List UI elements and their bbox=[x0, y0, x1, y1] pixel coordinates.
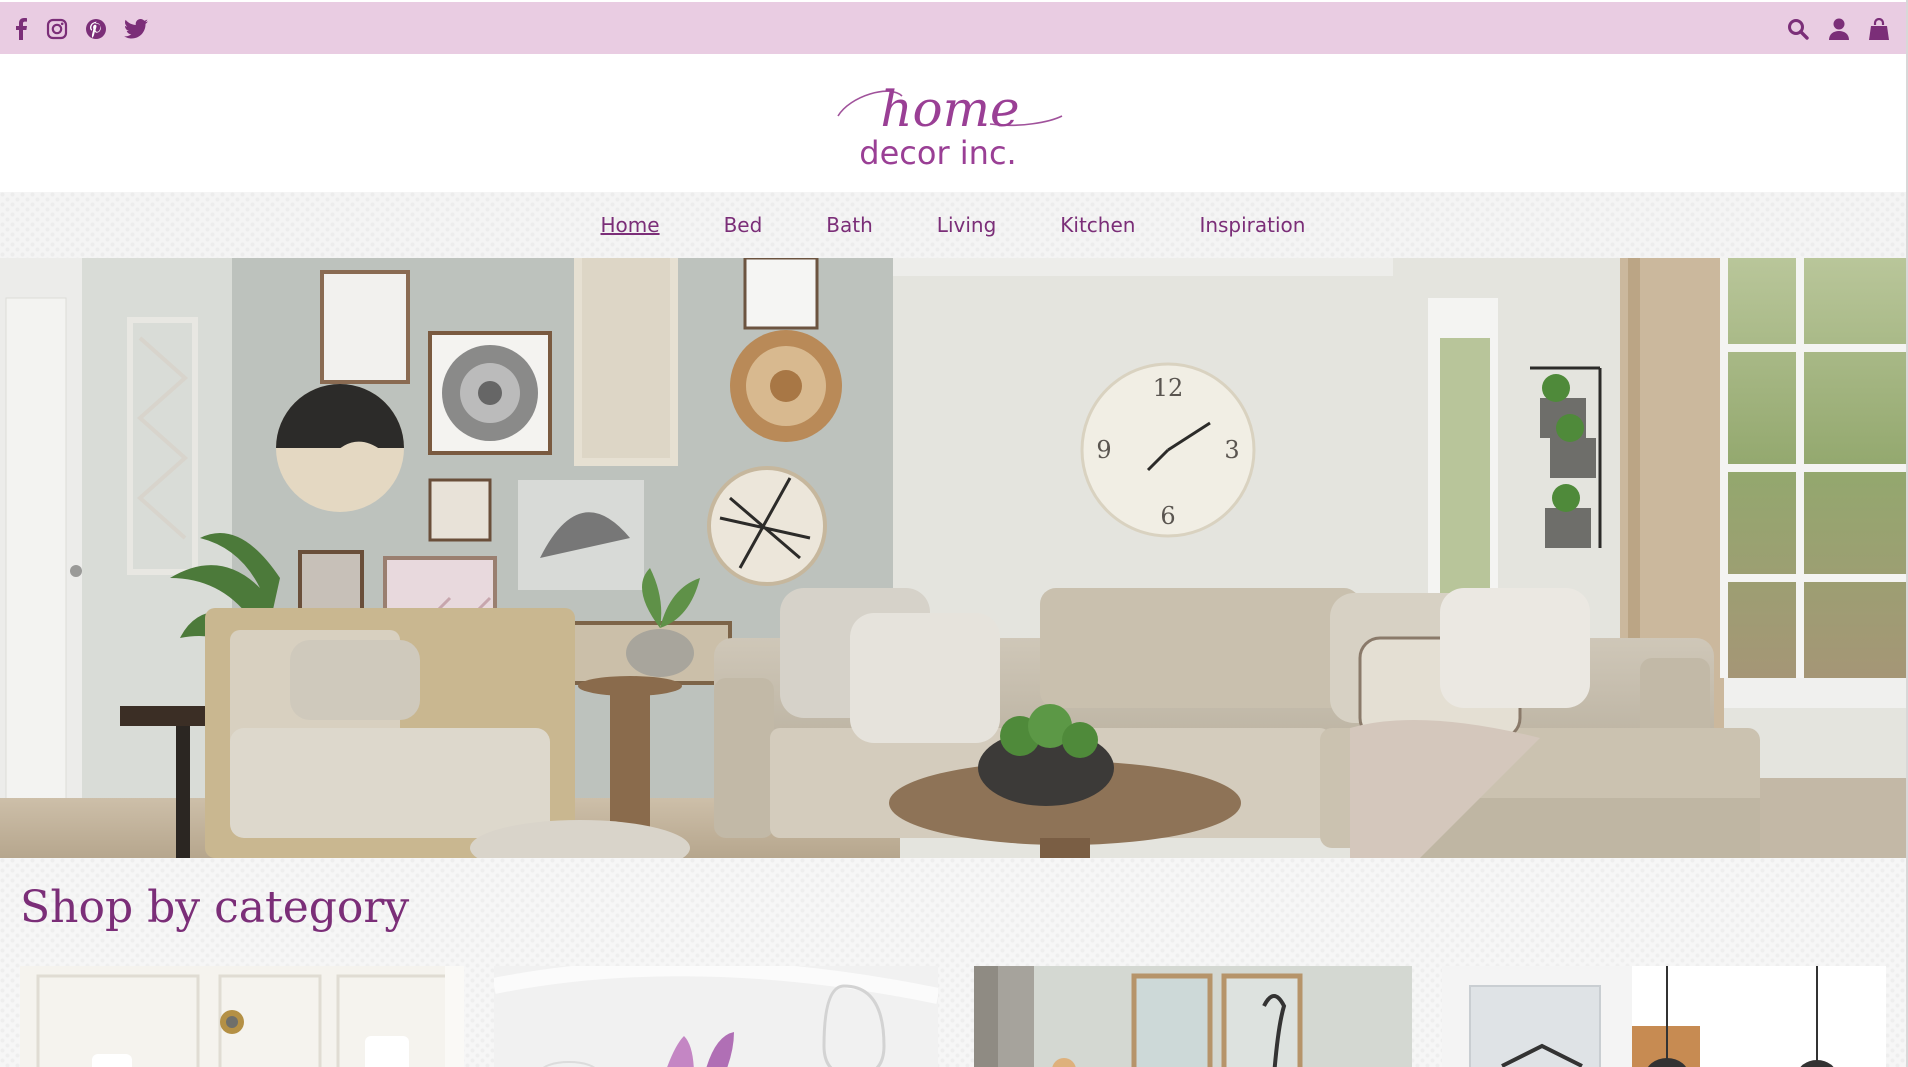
account-icon[interactable] bbox=[1826, 16, 1852, 42]
nav-item-home[interactable]: Home bbox=[601, 213, 660, 237]
svg-text:6: 6 bbox=[1160, 502, 1175, 530]
nav-item-bed[interactable]: Bed bbox=[724, 213, 763, 237]
section-title: Shop by category bbox=[20, 882, 410, 933]
category-card-1[interactable] bbox=[20, 966, 464, 1067]
search-icon[interactable] bbox=[1785, 16, 1811, 42]
logo-word-home: home bbox=[880, 80, 1019, 138]
pinterest-icon[interactable] bbox=[83, 16, 109, 42]
nav-item-bath[interactable]: Bath bbox=[826, 213, 873, 237]
brand-logo[interactable]: home decor inc. bbox=[830, 66, 1070, 178]
facebook-icon[interactable] bbox=[8, 16, 34, 42]
site-header: home decor inc. bbox=[0, 54, 1906, 192]
svg-text:12: 12 bbox=[1153, 374, 1184, 402]
category-card-4[interactable] bbox=[1442, 966, 1886, 1067]
logo-word-decor: decor inc. bbox=[859, 134, 1016, 172]
nav-item-inspiration[interactable]: Inspiration bbox=[1199, 213, 1305, 237]
hero-image: 12 3 6 9 bbox=[0, 258, 1906, 858]
cart-icon[interactable] bbox=[1866, 16, 1892, 42]
shop-by-category-section: Shop by category bbox=[0, 858, 1906, 1067]
twitter-icon[interactable] bbox=[123, 16, 149, 42]
main-nav: Home Bed Bath Living Kitchen Inspiration bbox=[0, 192, 1906, 258]
page-frame: home decor inc. Home Bed Bath Living Kit… bbox=[0, 0, 1906, 1067]
category-card-2[interactable] bbox=[494, 966, 938, 1067]
nav-item-kitchen[interactable]: Kitchen bbox=[1060, 213, 1135, 237]
category-card-3[interactable] bbox=[974, 966, 1412, 1067]
top-bar bbox=[0, 2, 1906, 54]
svg-text:3: 3 bbox=[1224, 436, 1239, 464]
instagram-icon[interactable] bbox=[44, 16, 70, 42]
nav-item-living[interactable]: Living bbox=[937, 213, 996, 237]
svg-text:9: 9 bbox=[1096, 436, 1111, 464]
